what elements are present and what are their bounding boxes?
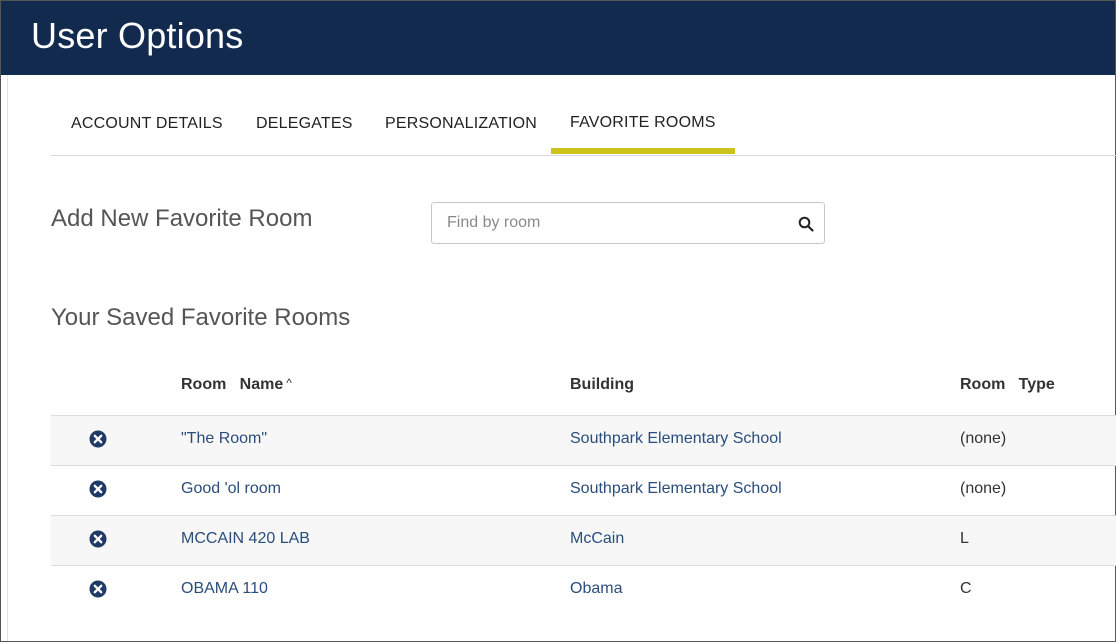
left-divider xyxy=(7,75,8,641)
column-header-room-name-label: Room Name xyxy=(181,376,284,393)
tab-personalization[interactable]: PERSONALIZATION xyxy=(385,115,537,133)
favorite-rooms-table: Room Name ^ Building Room Type "The Room"… xyxy=(51,366,1116,616)
table-row: Good 'ol room Southpark Elementary Schoo… xyxy=(51,466,1116,516)
tab-account-details[interactable]: ACCOUNT DETAILS xyxy=(71,115,223,133)
saved-favorite-rooms-heading: Your Saved Favorite Rooms xyxy=(51,304,351,331)
remove-circle-x-icon[interactable] xyxy=(89,530,107,548)
column-header-building[interactable]: Building xyxy=(570,376,634,394)
building-link[interactable]: McCain xyxy=(570,530,624,548)
building-link[interactable]: Southpark Elementary School xyxy=(570,430,782,448)
search-icon xyxy=(798,216,814,232)
tab-favorite-rooms[interactable]: FAVORITE ROOMS xyxy=(570,114,716,132)
page-header: User Options xyxy=(1,1,1115,75)
room-name-link[interactable]: Good 'ol room xyxy=(181,480,281,498)
add-favorite-room-heading: Add New Favorite Room xyxy=(51,205,313,232)
tab-delegates[interactable]: DELEGATES xyxy=(256,115,353,133)
remove-circle-x-icon[interactable] xyxy=(89,430,107,448)
table-header: Room Name ^ Building Room Type xyxy=(51,366,1116,416)
table-row: "The Room" Southpark Elementary School (… xyxy=(51,416,1116,466)
room-type-value: C xyxy=(960,580,972,597)
column-header-room-name[interactable]: Room Name ^ xyxy=(181,376,292,394)
active-tab-indicator xyxy=(551,148,735,154)
table-row: OBAMA 110 Obama C xyxy=(51,566,1116,616)
room-name-link[interactable]: MCCAIN 420 LAB xyxy=(181,530,310,548)
room-type-value: (none) xyxy=(960,430,1007,447)
room-name-link[interactable]: "The Room" xyxy=(181,430,267,448)
building-link[interactable]: Southpark Elementary School xyxy=(570,480,782,498)
page-title: User Options xyxy=(31,15,244,56)
remove-circle-x-icon[interactable] xyxy=(89,480,107,498)
column-header-room-type[interactable]: Room Type xyxy=(960,376,1055,394)
remove-circle-x-icon[interactable] xyxy=(89,580,107,598)
find-by-room-input[interactable] xyxy=(432,203,782,243)
caret-up-icon: ^ xyxy=(286,376,292,390)
search-button[interactable] xyxy=(794,212,818,236)
room-type-value: L xyxy=(960,530,969,547)
tab-bar: ACCOUNT DETAILS DELEGATES PERSONALIZATIO… xyxy=(51,75,1116,156)
room-search-box xyxy=(431,202,825,244)
room-type-value: (none) xyxy=(960,480,1007,497)
room-name-link[interactable]: OBAMA 110 xyxy=(181,580,268,598)
table-row: MCCAIN 420 LAB McCain L xyxy=(51,516,1116,566)
building-link[interactable]: Obama xyxy=(570,580,622,598)
